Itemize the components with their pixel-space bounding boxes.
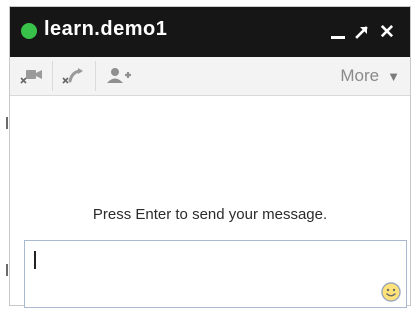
minimize-icon — [331, 35, 345, 39]
video-call-button[interactable] — [15, 57, 49, 95]
close-icon: ✕ — [379, 21, 395, 43]
more-menu-button[interactable]: More ▼ — [340, 57, 400, 95]
toolbar-separator — [95, 61, 96, 91]
message-input[interactable] — [24, 240, 407, 308]
video-call-disabled-icon — [20, 70, 42, 84]
toolbar-separator — [52, 61, 53, 91]
smiley-icon — [381, 282, 401, 302]
contact-name[interactable]: learn.demo1 — [44, 18, 167, 41]
voice-call-button[interactable] — [57, 57, 91, 95]
more-label: More — [340, 66, 380, 85]
margin-tick — [6, 264, 8, 276]
popout-button[interactable] — [350, 7, 374, 57]
send-hint: Press Enter to send your message. — [92, 206, 328, 223]
online-status-dot — [21, 23, 37, 39]
emoji-button[interactable] — [380, 281, 402, 303]
chat-toolbar: More ▼ — [10, 57, 410, 96]
text-cursor — [34, 251, 36, 269]
margin-tick — [6, 117, 8, 129]
minimize-button[interactable] — [326, 7, 350, 57]
chat-titlebar[interactable]: learn.demo1 ✕ — [10, 7, 410, 57]
add-person-icon — [107, 68, 131, 83]
chevron-down-icon: ▼ — [387, 68, 400, 84]
chat-window: learn.demo1 ✕ More ▼ Press Enter to send… — [9, 6, 411, 308]
close-button[interactable]: ✕ — [375, 7, 399, 57]
popout-arrow-icon — [355, 26, 368, 39]
page-left-margin — [0, 0, 9, 311]
add-people-button[interactable] — [102, 57, 136, 95]
phone-call-disabled-icon — [62, 68, 83, 84]
